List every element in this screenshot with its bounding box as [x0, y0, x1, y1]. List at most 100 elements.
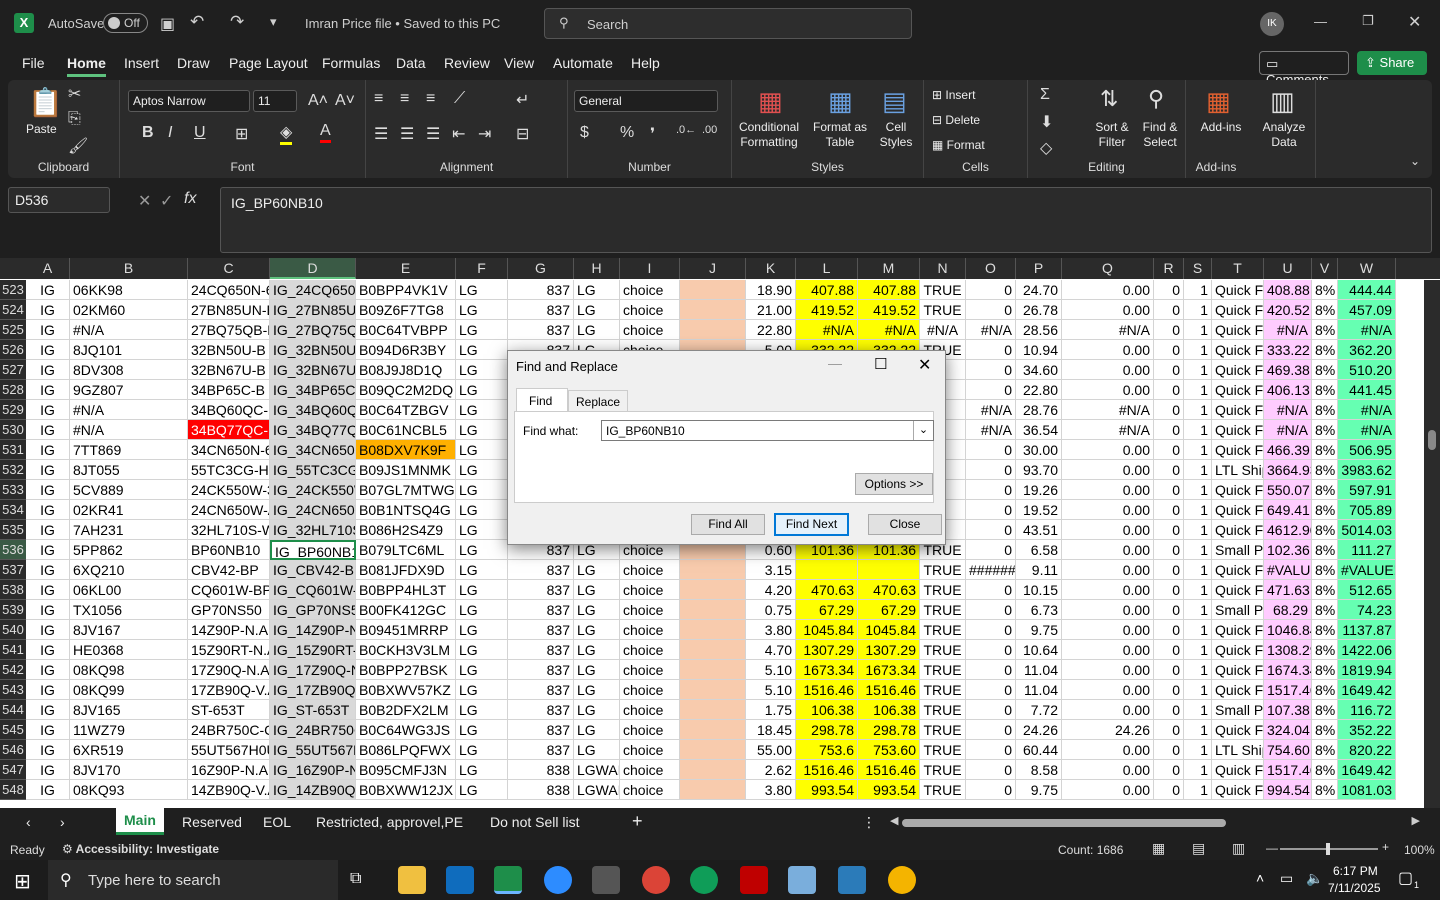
- normal-view-icon[interactable]: ▦: [1152, 840, 1165, 857]
- grid-cell[interactable]: 55.00: [746, 740, 796, 760]
- grid-cell[interactable]: LG: [456, 360, 508, 380]
- grid-cell[interactable]: 837: [508, 740, 574, 760]
- find-dropdown-icon[interactable]: ⌄: [913, 421, 933, 440]
- grid-cell[interactable]: 1516.46: [796, 680, 858, 700]
- column-header-i[interactable]: I: [620, 258, 680, 279]
- row-header[interactable]: 525: [0, 320, 26, 340]
- grid-cell[interactable]: 0: [1154, 700, 1184, 720]
- grid-cell[interactable]: IG_GP70NS50: [270, 600, 356, 620]
- grid-cell[interactable]: 0: [966, 740, 1016, 760]
- number-format-combo[interactable]: General: [574, 90, 718, 112]
- network-icon[interactable]: ▭: [1280, 870, 1293, 887]
- grid-cell[interactable]: LG: [456, 680, 508, 700]
- grid-cell[interactable]: IG_15Z90RT-N: [270, 640, 356, 660]
- grid-cell[interactable]: 1: [1184, 480, 1212, 500]
- grid-cell[interactable]: 8%: [1312, 660, 1338, 680]
- grid-cell[interactable]: 3.15: [746, 560, 796, 580]
- font-name-combo[interactable]: Aptos Narrow: [128, 90, 250, 112]
- grid-cell[interactable]: IG_24CK550W: [270, 480, 356, 500]
- grid-cell[interactable]: 8JV170: [70, 760, 188, 780]
- menu-review[interactable]: Review: [444, 55, 490, 71]
- user-avatar[interactable]: IK: [1260, 12, 1284, 36]
- grid-cell[interactable]: 11.04: [1016, 660, 1062, 680]
- grid-cell[interactable]: IG: [26, 500, 70, 520]
- grid-cell[interactable]: LTL Ship: [1212, 740, 1264, 760]
- grid-cell[interactable]: 1: [1184, 560, 1212, 580]
- grid-cell[interactable]: IG: [26, 720, 70, 740]
- grid-cell[interactable]: LG: [456, 720, 508, 740]
- grid-cell[interactable]: LG: [456, 700, 508, 720]
- grid-cell[interactable]: TRUE: [920, 680, 966, 700]
- grid-cell[interactable]: 0: [1154, 540, 1184, 560]
- grid-cell[interactable]: [680, 320, 746, 340]
- grid-cell[interactable]: Quick Fr: [1212, 400, 1264, 420]
- grid-cell[interactable]: Quick Fr: [1212, 420, 1264, 440]
- grid-cell[interactable]: [680, 560, 746, 580]
- align-bottom-icon[interactable]: ≡: [426, 90, 435, 108]
- grid-cell[interactable]: 419.52: [858, 300, 920, 320]
- grid-cell[interactable]: 649.41: [1264, 500, 1312, 520]
- grid-cell[interactable]: 0: [1154, 400, 1184, 420]
- grid-cell[interactable]: 5PP862: [70, 540, 188, 560]
- row-header[interactable]: 524: [0, 300, 26, 320]
- row-header[interactable]: 526: [0, 340, 26, 360]
- column-header-k[interactable]: K: [746, 258, 796, 279]
- grid-cell[interactable]: choice: [620, 600, 680, 620]
- wrap-text-icon[interactable]: ↵: [516, 90, 529, 110]
- grid-cell[interactable]: 32BN50U-B: [188, 340, 270, 360]
- row-header[interactable]: 543: [0, 680, 26, 700]
- column-header-u[interactable]: U: [1264, 258, 1312, 279]
- grid-cell[interactable]: 14Z90P-N.AP: [188, 620, 270, 640]
- italic-button[interactable]: I: [168, 124, 172, 142]
- grid-cell[interactable]: 106.38: [796, 700, 858, 720]
- grid-cell[interactable]: 0.00: [1062, 780, 1154, 800]
- grid-cell[interactable]: 5014.03: [1338, 520, 1396, 540]
- grid-cell[interactable]: 1: [1184, 680, 1212, 700]
- row-header[interactable]: 532: [0, 460, 26, 480]
- menu-home[interactable]: Home: [67, 55, 106, 77]
- grid-cell[interactable]: 8%: [1312, 480, 1338, 500]
- page-break-view-icon[interactable]: ▥: [1232, 840, 1245, 857]
- grid-cell[interactable]: LG: [574, 620, 620, 640]
- column-header-c[interactable]: C: [188, 258, 270, 279]
- grid-cell[interactable]: 34BP65C-B: [188, 380, 270, 400]
- grid-cell[interactable]: 0: [966, 500, 1016, 520]
- grid-cell[interactable]: IG_17ZB90Q-: [270, 680, 356, 700]
- grid-cell[interactable]: choice: [620, 720, 680, 740]
- grid-cell[interactable]: Quick Fr: [1212, 380, 1264, 400]
- grid-cell[interactable]: B0C64WG3JS: [356, 720, 456, 740]
- grid-cell[interactable]: 0: [966, 340, 1016, 360]
- grid-cell[interactable]: 8%: [1312, 540, 1338, 560]
- grid-cell[interactable]: 0: [1154, 360, 1184, 380]
- sort-filter-icon[interactable]: ⇅: [1100, 86, 1118, 112]
- grid-cell[interactable]: TX1056: [70, 600, 188, 620]
- grid-cell[interactable]: 510.20: [1338, 360, 1396, 380]
- grid-cell[interactable]: Quick Fr: [1212, 320, 1264, 340]
- grid-cell[interactable]: 24CN650W-A: [188, 500, 270, 520]
- grid-cell[interactable]: 1649.42: [1338, 680, 1396, 700]
- clock-time[interactable]: 6:17 PM: [1333, 864, 1378, 878]
- grid-cell[interactable]: LG: [456, 560, 508, 580]
- grid-cell[interactable]: 19.26: [1016, 480, 1062, 500]
- grid-cell[interactable]: 0: [966, 700, 1016, 720]
- grid-cell[interactable]: LG: [456, 420, 508, 440]
- grid-cell[interactable]: 1: [1184, 460, 1212, 480]
- vertical-scrollbar[interactable]: [1424, 280, 1440, 808]
- grid-cell[interactable]: 34CN650N-6A: [188, 440, 270, 460]
- grid-cell[interactable]: 36.54: [1016, 420, 1062, 440]
- grid-cell[interactable]: 1517.46: [1264, 680, 1312, 700]
- grid-cell[interactable]: IG: [26, 360, 70, 380]
- grid-cell[interactable]: 0: [966, 760, 1016, 780]
- grid-cell[interactable]: TRUE: [920, 660, 966, 680]
- grid-cell[interactable]: 1: [1184, 620, 1212, 640]
- grid-cell[interactable]: TRUE: [920, 760, 966, 780]
- grid-cell[interactable]: LGWAR: [574, 760, 620, 780]
- grid-cell[interactable]: 8%: [1312, 360, 1338, 380]
- grid-cell[interactable]: 0.00: [1062, 620, 1154, 640]
- grid-cell[interactable]: IG_14Z90P-N.: [270, 620, 356, 640]
- row-header[interactable]: 539: [0, 600, 26, 620]
- grid-cell[interactable]: 8%: [1312, 720, 1338, 740]
- grid-cell[interactable]: 471.63: [1264, 580, 1312, 600]
- grid-cell[interactable]: 837: [508, 580, 574, 600]
- grid-cell[interactable]: 93.70: [1016, 460, 1062, 480]
